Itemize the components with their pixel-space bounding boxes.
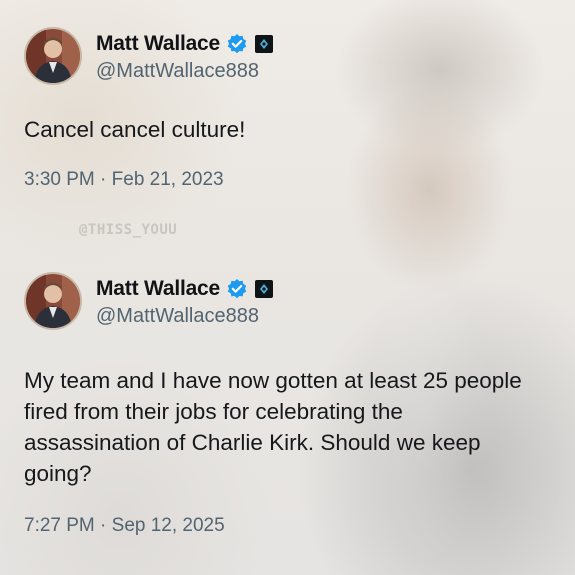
author-handle[interactable]: @MattWallace888 bbox=[96, 305, 273, 328]
tweet-text: Cancel cancel culture! bbox=[24, 117, 246, 142]
tweet-header: Matt Wallace @MattWallace888 bbox=[24, 271, 554, 331]
verified-badge-icon bbox=[226, 33, 248, 55]
author-handle[interactable]: @MattWallace888 bbox=[96, 60, 273, 83]
affiliate-badge-icon[interactable] bbox=[255, 279, 274, 298]
author-info: Matt Wallace @MattWallace888 bbox=[96, 275, 274, 328]
tweet-timestamp[interactable]: 3:30 PM · Feb 21, 2023 bbox=[24, 169, 554, 191]
avatar[interactable] bbox=[24, 27, 82, 85]
tweet-card[interactable]: Matt Wallace @MattWallace888 Cancel canc… bbox=[24, 26, 554, 191]
tweet-header: Matt Wallace @MattWallace888 bbox=[24, 26, 554, 86]
tweet-card[interactable]: Matt Wallace @MattWallace888 My team and… bbox=[24, 271, 554, 537]
watermark: @THISS_YOUU bbox=[79, 222, 178, 238]
author-name[interactable]: Matt Wallace bbox=[96, 32, 220, 56]
author-name[interactable]: Matt Wallace bbox=[96, 277, 220, 301]
verified-badge-icon bbox=[226, 278, 248, 300]
author-info: Matt Wallace @MattWallace888 bbox=[96, 30, 274, 83]
tweet-text: My team and I have now gotten at least 2… bbox=[24, 368, 522, 486]
tweet-timestamp[interactable]: 7:27 PM · Sep 12, 2025 bbox=[24, 515, 554, 537]
affiliate-badge-icon[interactable] bbox=[255, 34, 274, 53]
avatar[interactable] bbox=[24, 272, 82, 330]
